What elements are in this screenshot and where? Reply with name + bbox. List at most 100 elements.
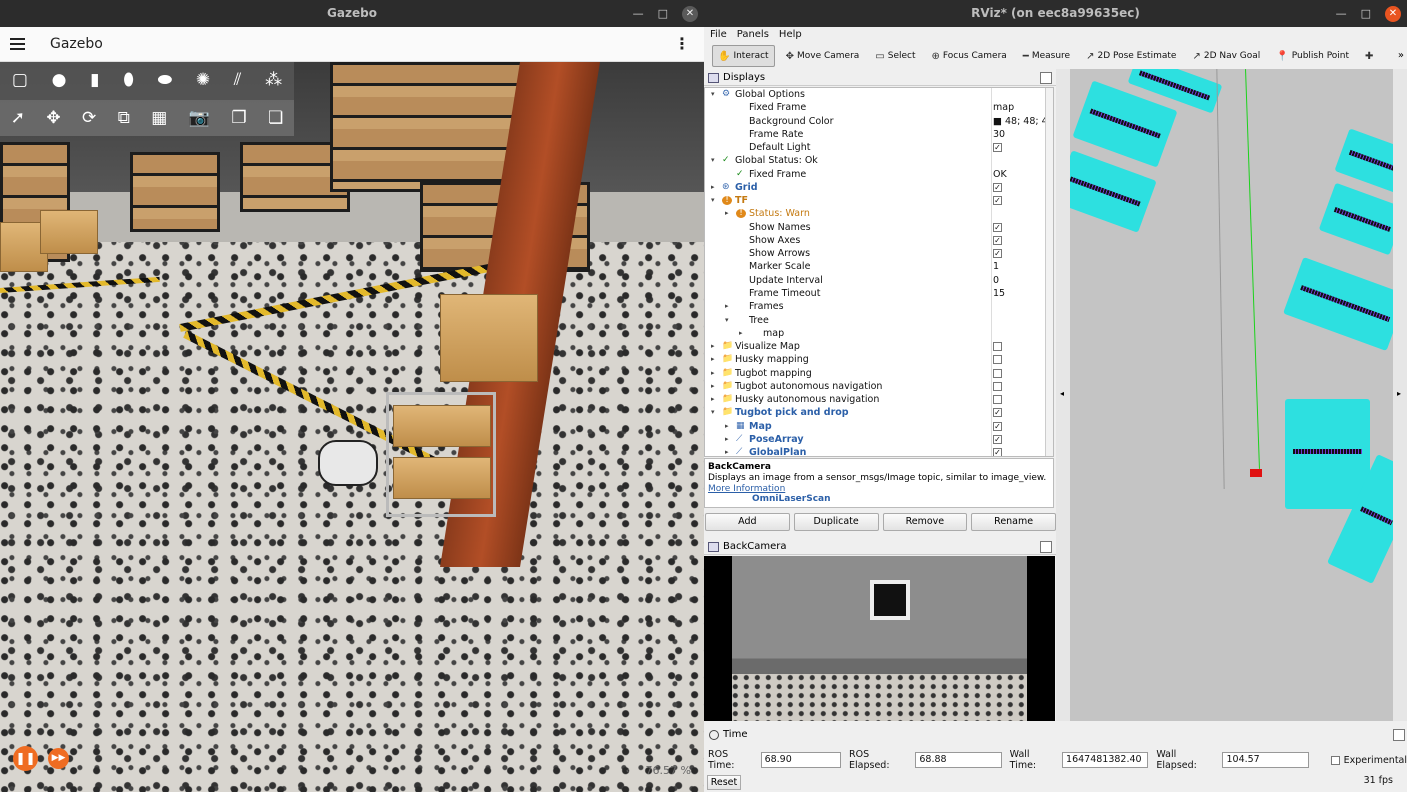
- expand-arrow-icon[interactable]: ▸: [711, 181, 715, 194]
- select-icon[interactable]: ➚: [11, 108, 25, 128]
- tree-row[interactable]: ▾! TF ✓: [705, 194, 1053, 207]
- directional-light-icon[interactable]: ⫽: [234, 70, 242, 90]
- maximize-icon[interactable]: □: [658, 0, 668, 27]
- property-value[interactable]: 15: [993, 287, 1048, 300]
- tree-row[interactable]: ▾ ⚙ Global Options: [705, 88, 1053, 101]
- tree-row[interactable]: ▸ ⟋ PoseArray ✓: [705, 433, 1053, 446]
- expand-arrow-icon[interactable]: ▾: [711, 88, 715, 101]
- enable-checkbox[interactable]: ✓: [993, 448, 1002, 456]
- copy-icon[interactable]: ❐: [231, 108, 246, 128]
- expand-arrow-icon[interactable]: ▸: [725, 433, 729, 446]
- tree-row[interactable]: Background Color ■ 48; 48; 48: [705, 115, 1053, 128]
- maximize-icon[interactable]: □: [1361, 0, 1371, 27]
- tree-row[interactable]: ▸ 📁 Tugbot mapping: [705, 367, 1053, 380]
- grid-icon[interactable]: ▦: [151, 108, 167, 128]
- expand-arrow-icon[interactable]: ▸: [711, 393, 715, 406]
- tree-row[interactable]: Show Names ✓: [705, 221, 1053, 234]
- translate-icon[interactable]: ✥: [46, 108, 60, 128]
- tree-row[interactable]: Fixed Frame map: [705, 101, 1053, 114]
- cylinder-shape-icon[interactable]: ▮: [90, 70, 99, 90]
- tool-publish-point[interactable]: 📍 Publish Point: [1271, 45, 1354, 67]
- minimize-icon[interactable]: —: [1336, 0, 1347, 27]
- expand-arrow-icon[interactable]: ▸: [725, 446, 729, 456]
- tree-row[interactable]: ▾ 📁 Tugbot pick and drop ✓: [705, 406, 1053, 419]
- tree-row[interactable]: ▸ 📁 Tugbot autonomous navigation: [705, 380, 1053, 393]
- expand-arrow-icon[interactable]: ▸: [725, 300, 729, 313]
- tree-row[interactable]: ▾ Tree: [705, 314, 1053, 327]
- tree-row[interactable]: ▸ ⟋ GlobalPlan ✓: [705, 446, 1053, 456]
- tool-add-tool[interactable]: ✚: [1360, 45, 1381, 67]
- expand-arrow-icon[interactable]: ▾: [711, 194, 715, 207]
- capsule-shape-icon[interactable]: ⬮: [123, 70, 134, 90]
- menu-help[interactable]: Help: [779, 27, 802, 43]
- enable-checkbox[interactable]: ✓: [993, 434, 1002, 444]
- chevron-left-icon[interactable]: ‹: [626, 764, 630, 777]
- add-button[interactable]: Add: [705, 513, 790, 531]
- close-icon[interactable]: ✕: [682, 5, 698, 22]
- close-icon[interactable]: ✕: [1385, 5, 1401, 22]
- ros-time-field[interactable]: 68.90: [760, 752, 841, 768]
- tree-row[interactable]: ▸ ▦ Map ✓: [705, 420, 1053, 433]
- tool-focus-camera[interactable]: ⊕ Focus Camera: [927, 45, 1012, 67]
- expand-arrow-icon[interactable]: ▸: [725, 207, 729, 220]
- enable-checkbox[interactable]: [993, 355, 1002, 365]
- tree-row[interactable]: ▸! Status: Warn: [705, 207, 1053, 220]
- expand-arrow-icon[interactable]: ▸: [739, 327, 743, 340]
- expand-arrow-icon[interactable]: ▸: [711, 380, 715, 393]
- property-value[interactable]: map: [993, 101, 1048, 114]
- tugbot-robot[interactable]: [318, 440, 378, 486]
- tool-2d-pose-estimate[interactable]: ↗ 2D Pose Estimate: [1081, 45, 1181, 67]
- rviz-titlebar[interactable]: RViz* (on eec8a99635ec) — □ ✕: [704, 0, 1407, 27]
- paste-icon[interactable]: ❏: [268, 108, 283, 128]
- gazebo-3d-viewport[interactable]: ▢ ● ▮ ⬮ ⬬ ✺ ⫽ ⁂ ➚ ✥ ⟳ ⧉ ▦ 📷 ❐ ❏ ❚❚ ▶▶ ‹: [0, 62, 704, 792]
- tree-scrollbar[interactable]: [1045, 88, 1053, 456]
- remove-button[interactable]: Remove: [882, 513, 968, 531]
- tree-row[interactable]: Show Arrows ✓: [705, 247, 1053, 260]
- splitter-handle[interactable]: ▸: [1393, 69, 1407, 721]
- property-value[interactable]: 1: [993, 260, 1048, 273]
- tree-row[interactable]: ▸ 📁 Husky mapping: [705, 353, 1053, 366]
- spot-light-icon[interactable]: ⁂: [265, 70, 282, 90]
- wall-time-field[interactable]: 1647481382.40: [1062, 752, 1149, 768]
- property-value[interactable]: OK: [993, 168, 1048, 181]
- property-value[interactable]: 0: [993, 274, 1048, 287]
- ros-elapsed-field[interactable]: 68.88: [915, 752, 1002, 768]
- expand-arrow-icon[interactable]: ▸: [725, 420, 729, 433]
- tree-row[interactable]: ▸ Frames: [705, 300, 1053, 313]
- tree-row[interactable]: ▸ 📁 Husky autonomous navigation: [705, 393, 1053, 406]
- duplicate-button[interactable]: Duplicate: [793, 513, 879, 531]
- rename-button[interactable]: Rename: [971, 513, 1056, 531]
- tool-select[interactable]: ▭ Select: [870, 45, 920, 67]
- expand-arrow-icon[interactable]: ▾: [711, 154, 715, 167]
- cart[interactable]: [386, 392, 496, 517]
- property-value[interactable]: 30: [993, 128, 1048, 141]
- step-forward-button[interactable]: ▶▶: [48, 748, 69, 769]
- pause-button[interactable]: ❚❚: [13, 746, 38, 771]
- gazebo-titlebar[interactable]: Gazebo — □ ✕: [0, 0, 704, 27]
- tree-row[interactable]: Marker Scale 1: [705, 260, 1053, 273]
- enable-checkbox[interactable]: ✓: [993, 235, 1002, 245]
- enable-checkbox[interactable]: ✓: [993, 182, 1002, 192]
- expand-arrow-icon[interactable]: ▾: [711, 406, 715, 419]
- tree-row[interactable]: ▸ 📁 Visualize Map: [705, 340, 1053, 353]
- omnilaserscan-row[interactable]: OmniLaserScan: [708, 494, 1050, 505]
- tree-row[interactable]: Update Interval 0: [705, 274, 1053, 287]
- box-shape-icon[interactable]: ▢: [12, 70, 28, 90]
- tree-row[interactable]: ✓ Fixed Frame OK: [705, 168, 1053, 181]
- minimize-icon[interactable]: —: [633, 0, 644, 27]
- sphere-shape-icon[interactable]: ●: [52, 70, 67, 90]
- menu-panels[interactable]: Panels: [737, 27, 769, 43]
- enable-checkbox[interactable]: ✓: [993, 143, 1002, 153]
- property-value[interactable]: ■ 48; 48; 48: [993, 115, 1048, 128]
- tree-row[interactable]: Frame Timeout 15: [705, 287, 1053, 300]
- toolbar-overflow-icon[interactable]: »: [1398, 50, 1404, 61]
- expand-arrow-icon[interactable]: ▸: [711, 367, 715, 380]
- splitter-handle[interactable]: ◂: [1056, 69, 1070, 721]
- expand-arrow-icon[interactable]: ▾: [725, 314, 729, 327]
- expand-arrow-icon[interactable]: ▸: [711, 340, 715, 353]
- enable-checkbox[interactable]: [993, 368, 1002, 378]
- expand-arrow-icon[interactable]: ▸: [711, 353, 715, 366]
- point-light-icon[interactable]: ✺: [196, 70, 210, 90]
- rotate-icon[interactable]: ⟳: [82, 108, 96, 128]
- float-panel-icon[interactable]: [1040, 72, 1052, 84]
